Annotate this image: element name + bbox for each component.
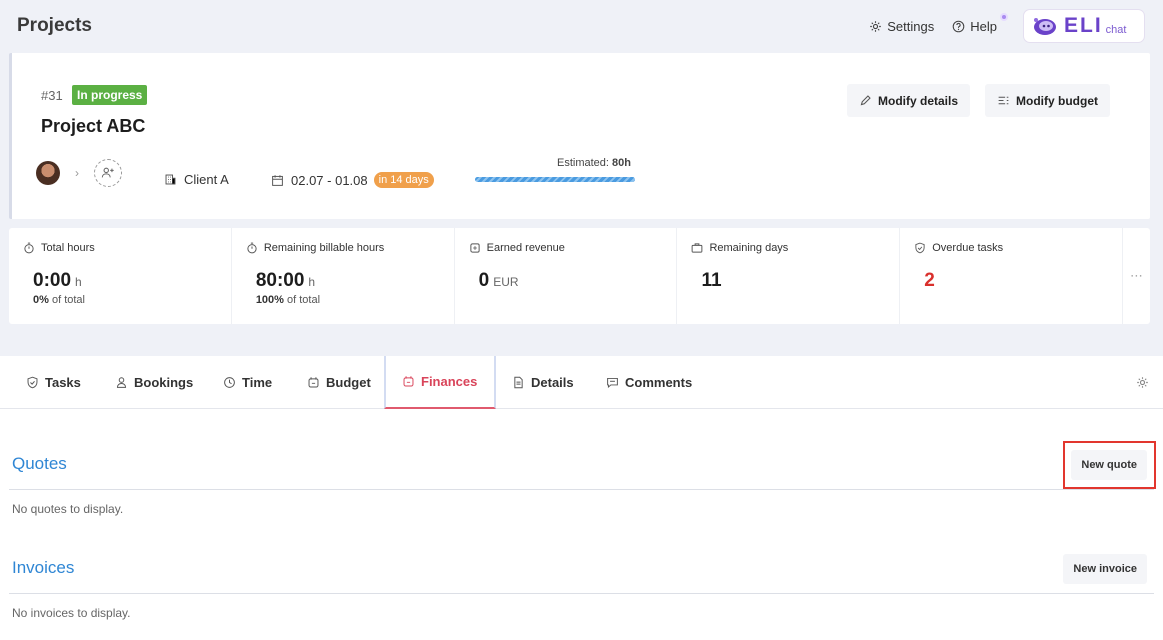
stat-remaining-billable-hours: Remaining billable hours 80:00 h 100% of …	[232, 228, 455, 324]
tab-label: Time	[242, 375, 273, 390]
tab-label: Budget	[326, 375, 371, 390]
briefcase-icon	[692, 243, 703, 253]
tab-time[interactable]: Time	[223, 356, 272, 409]
pencil-icon	[860, 95, 871, 106]
divider	[9, 593, 1154, 594]
stat-earned-revenue: Earned revenue 0 EUR	[455, 228, 678, 324]
more-stats-icon[interactable]: ⋯	[1123, 228, 1150, 324]
divider	[9, 489, 1154, 490]
stat-value: 0:00 h	[33, 270, 82, 291]
quotes-empty-message: No quotes to display.	[12, 502, 124, 516]
question-icon	[952, 20, 965, 32]
stat-value: 11	[701, 270, 722, 291]
modify-details-button[interactable]: Modify details	[847, 84, 971, 117]
tab-label: Comments	[625, 375, 693, 390]
list-icon	[998, 96, 1009, 105]
modify-budget-label: Modify budget	[1016, 93, 1098, 108]
stat-sub: 100% of total	[255, 294, 321, 306]
tab-details[interactable]: Details	[512, 356, 574, 409]
estimated-label: Estimated:	[557, 157, 609, 169]
settings-label: Settings	[887, 18, 935, 34]
avatar[interactable]	[36, 161, 60, 185]
budget-icon	[308, 377, 319, 388]
estimated-value: 80h	[612, 157, 631, 169]
add-user-icon	[101, 167, 114, 178]
chevron-right-icon: ›	[75, 166, 79, 180]
stat-label: Remaining billable hours	[263, 242, 385, 254]
client-info: Client A	[164, 172, 229, 187]
building-icon	[165, 174, 176, 185]
comment-icon	[607, 377, 618, 389]
stat-sub: 0% of total	[33, 294, 85, 306]
check-shield-icon	[915, 242, 925, 254]
document-icon	[514, 376, 523, 389]
stat-overdue-tasks: Overdue tasks 2	[900, 228, 1124, 324]
check-shield-icon	[27, 376, 38, 389]
stat-label: Total hours	[41, 242, 95, 254]
tab-budget[interactable]: Budget	[307, 356, 371, 409]
project-number: #31	[41, 88, 63, 103]
header-actions: Settings Help ELI chat	[869, 9, 1145, 43]
stopwatch-icon	[24, 242, 34, 254]
new-quote-button[interactable]: New quote	[1071, 450, 1147, 480]
due-badge: in 14 days	[373, 172, 434, 188]
notification-dot	[1000, 12, 1008, 21]
tabs-bar: Tasks Bookings Time Budget Finances Deta…	[0, 356, 1163, 409]
help-link[interactable]: Help	[952, 12, 1008, 34]
stat-label: Overdue tasks	[932, 242, 1004, 254]
project-name: Project ABC	[41, 116, 146, 136]
tab-tasks[interactable]: Tasks	[26, 356, 81, 409]
tab-label: Bookings	[134, 375, 194, 390]
invoices-title: Invoices	[12, 558, 75, 577]
status-badge: In progress	[72, 85, 148, 105]
eli-chat-label: chat	[1105, 24, 1127, 36]
stat-value: 0 EUR	[478, 270, 519, 291]
tab-finances[interactable]: Finances	[384, 356, 496, 409]
clock-icon	[224, 377, 235, 388]
new-invoice-button[interactable]: New invoice	[1063, 554, 1147, 584]
finances-icon	[403, 376, 414, 387]
eli-logo-text: ELI	[1064, 14, 1103, 37]
invoices-empty-message: No invoices to display.	[12, 606, 131, 620]
stat-total-hours: Total hours 0:00 h 0% of total	[9, 228, 232, 324]
gear-icon[interactable]	[1136, 376, 1149, 389]
stat-value: 2	[924, 270, 935, 291]
stat-remaining-days: Remaining days 11	[677, 228, 901, 324]
top-area: Projects Settings Help ELI chat #31 In p…	[0, 0, 1163, 356]
tab-label: Details	[531, 375, 574, 390]
project-summary-card: #31 In progress Project ABC Modify detai…	[9, 53, 1150, 219]
tab-label: Finances	[421, 374, 478, 389]
gear-icon	[870, 20, 882, 32]
stats-row: Total hours 0:00 h 0% of total Remaining …	[9, 228, 1150, 324]
coins-icon	[470, 243, 480, 253]
modify-details-label: Modify details	[878, 93, 959, 108]
quotes-title: Quotes	[12, 454, 67, 473]
eli-robot-icon	[1034, 18, 1056, 35]
page-title: Projects	[17, 15, 92, 36]
tab-comments[interactable]: Comments	[606, 356, 692, 409]
estimated-progress-fill	[475, 177, 635, 182]
person-icon	[116, 377, 127, 388]
estimated-progress-bar	[475, 177, 635, 182]
estimated-hours: Estimated: 80h	[557, 157, 631, 169]
client-name: Client A	[184, 172, 229, 187]
stopwatch-icon	[247, 242, 257, 254]
add-member-button[interactable]	[94, 159, 122, 187]
stat-label: Remaining days	[709, 242, 789, 254]
tab-label: Tasks	[45, 375, 81, 390]
eli-chat-button[interactable]: ELI chat	[1023, 9, 1145, 43]
stat-value: 80:00 h	[255, 270, 316, 291]
tab-bookings[interactable]: Bookings	[115, 356, 193, 409]
calendar-icon	[272, 174, 283, 186]
date-range-text: 02.07 - 01.08	[291, 172, 368, 188]
stat-label: Earned revenue	[486, 242, 565, 254]
date-range: 02.07 - 01.08 in 14 days	[271, 172, 434, 188]
settings-link[interactable]: Settings	[869, 19, 934, 34]
modify-budget-button[interactable]: Modify budget	[985, 84, 1110, 117]
help-label: Help	[970, 18, 997, 34]
